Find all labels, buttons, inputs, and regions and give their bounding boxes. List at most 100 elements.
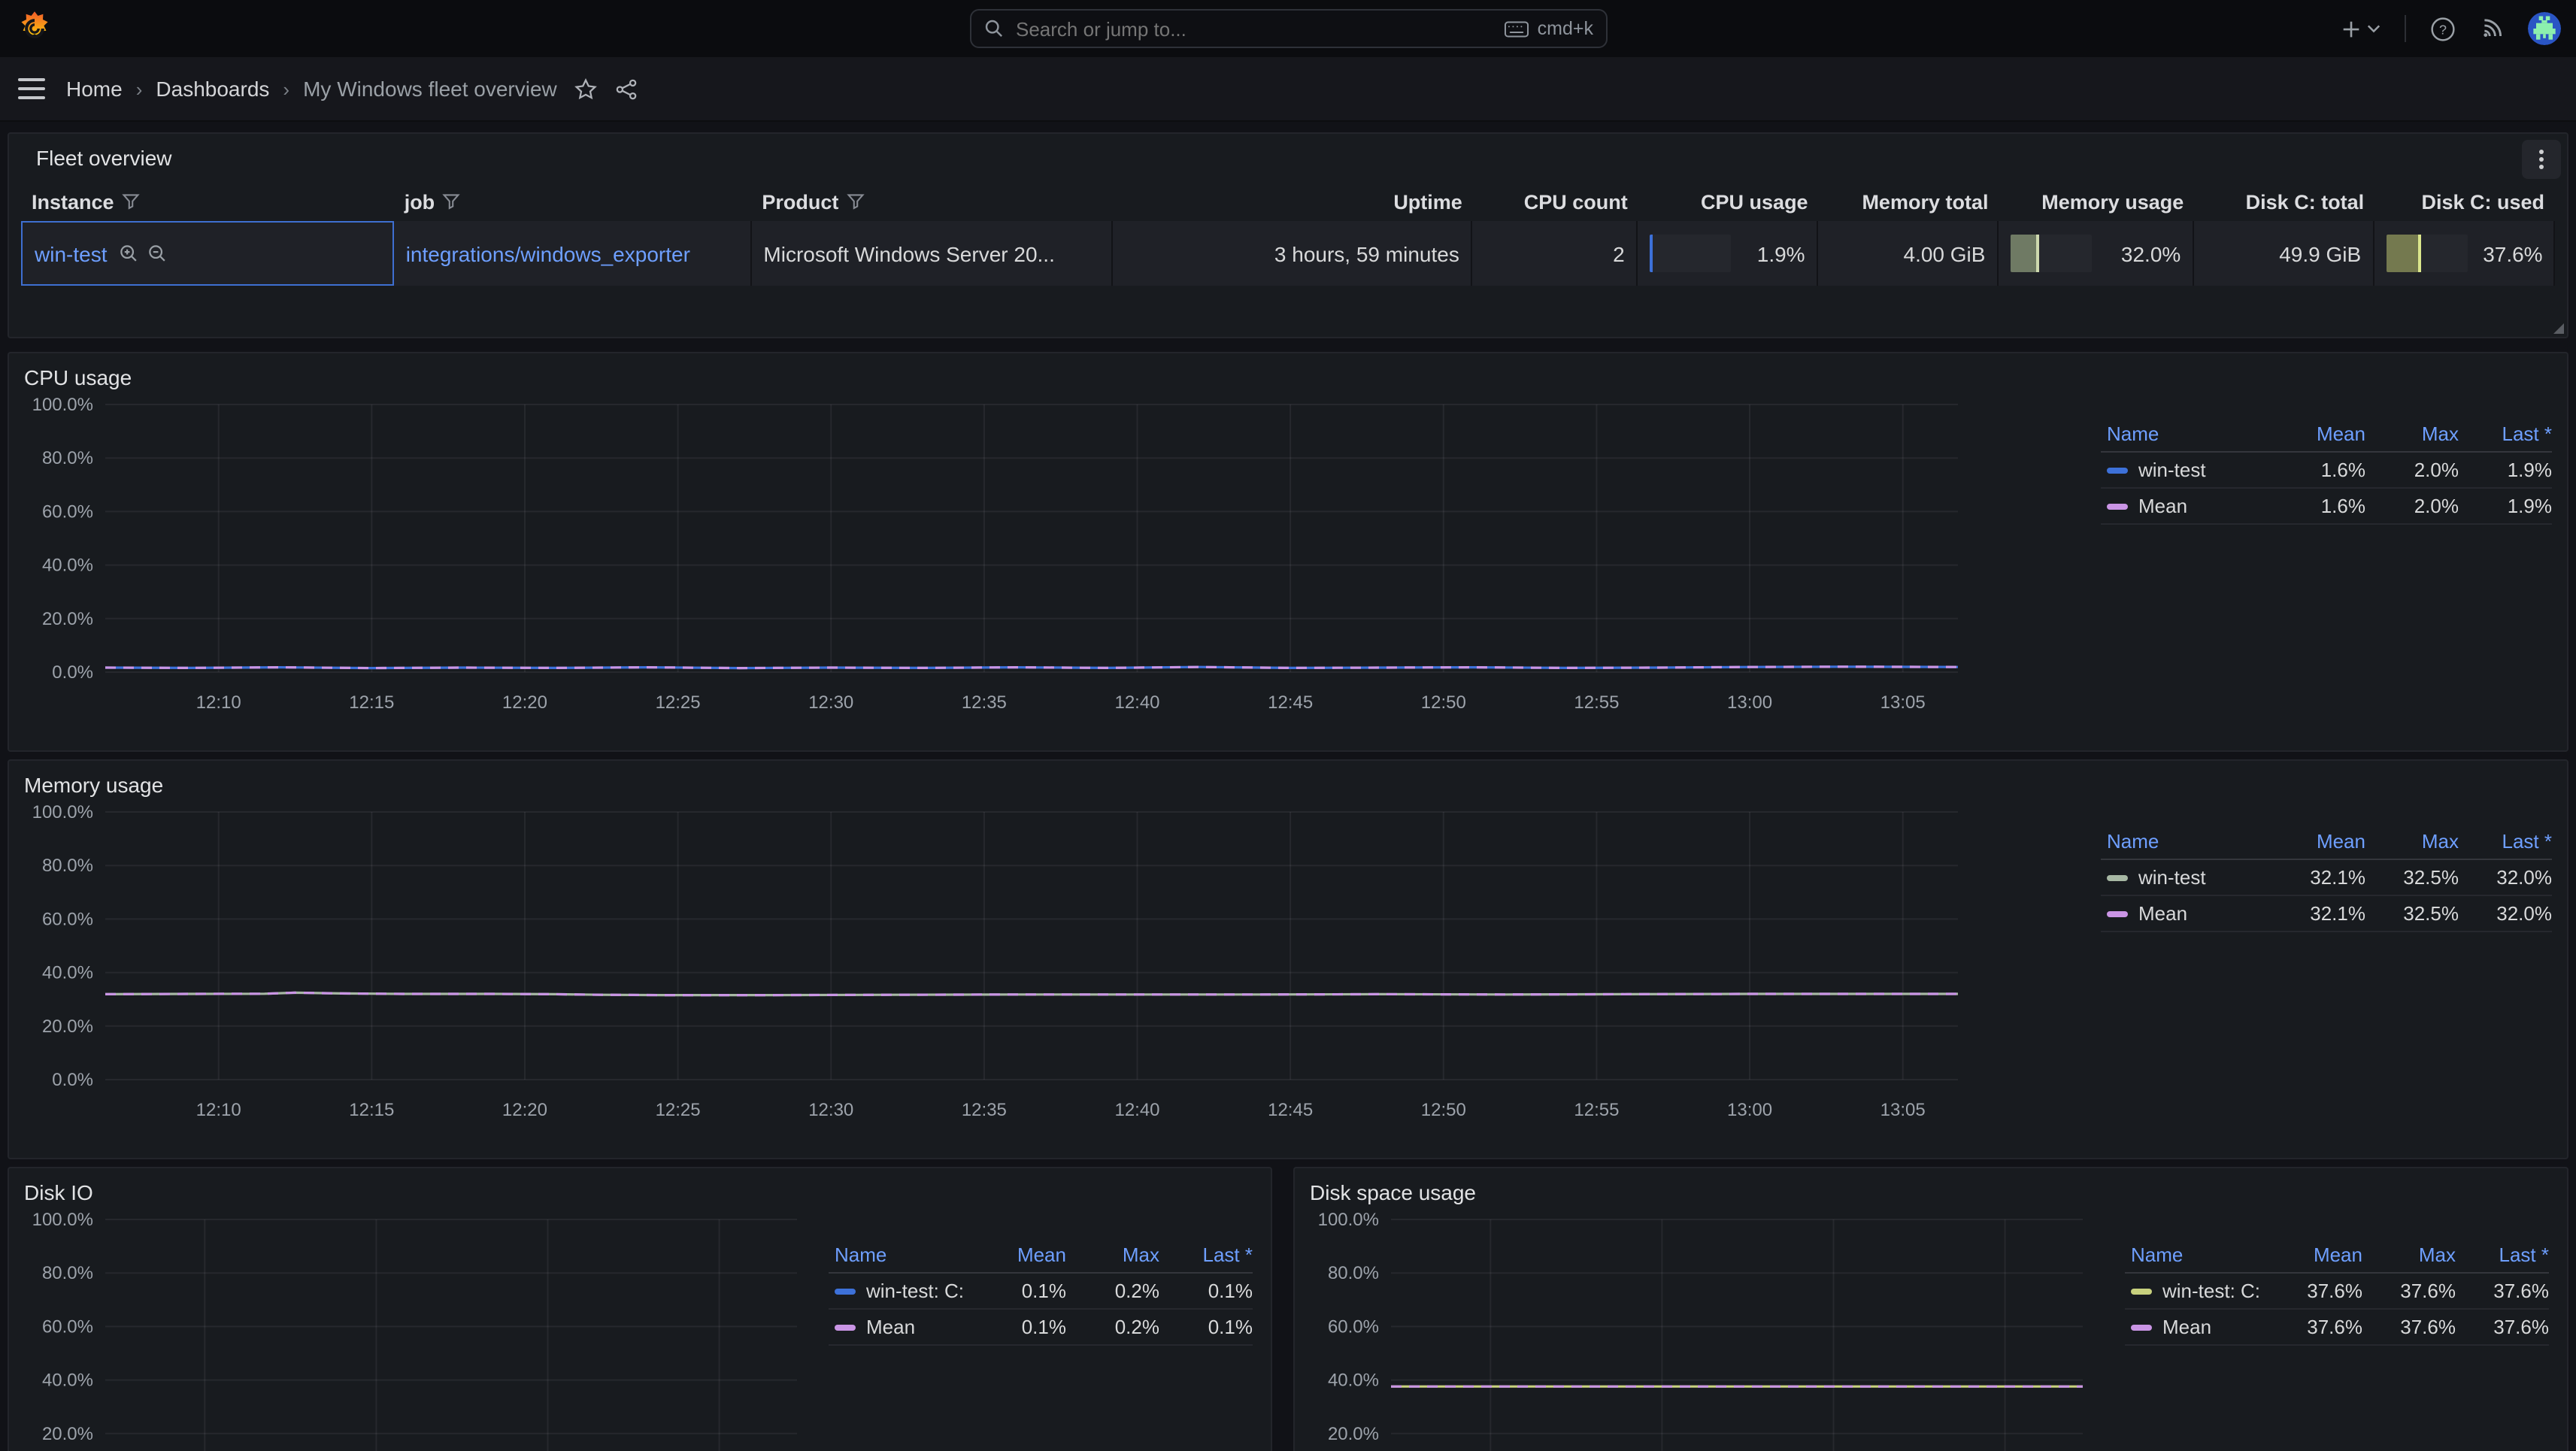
- fleet-col-memory-total[interactable]: Memory total: [1819, 182, 1999, 221]
- legend-value: 2.0%: [2365, 495, 2459, 517]
- legend-series-name[interactable]: Mean: [2125, 1316, 2269, 1338]
- series-color-swatch: [835, 1288, 856, 1294]
- legend-header-row: NameMeanMaxLast *: [2125, 1237, 2549, 1274]
- legend-series-name[interactable]: Mean: [829, 1316, 973, 1338]
- legend-col-last[interactable]: Last *: [1159, 1243, 1253, 1266]
- legend-row: win-test: C:0.1%0.2%0.1%: [829, 1274, 1253, 1310]
- memory-usage-legend: NameMeanMaxLast *win-test32.1%32.5%32.0%…: [2101, 824, 2552, 932]
- panel-disk-space-usage: Disk space usage 0.0%20.0%40.0%60.0%80.0…: [1293, 1167, 2568, 1451]
- filter-icon[interactable]: [122, 192, 140, 211]
- legend-series-name[interactable]: win-test: C:: [2125, 1280, 2269, 1302]
- breadcrumb-home[interactable]: Home: [66, 77, 123, 101]
- search-input-wrap[interactable]: cmd+k: [969, 9, 1607, 48]
- kebab-menu-icon[interactable]: [2522, 140, 2561, 179]
- legend-col-max[interactable]: Max: [2365, 423, 2459, 445]
- legend-row: Mean1.6%2.0%1.9%: [2101, 489, 2552, 525]
- hamburger-menu-icon[interactable]: [18, 78, 45, 99]
- legend-series-name[interactable]: win-test: [2101, 866, 2272, 889]
- star-icon[interactable]: [575, 77, 598, 100]
- fleet-col-cpu-usage[interactable]: CPU usage: [1638, 182, 1819, 221]
- fleet-col-job[interactable]: job: [394, 182, 752, 221]
- legend-value: 32.5%: [2365, 866, 2459, 889]
- panel-title[interactable]: Fleet overview: [36, 146, 172, 170]
- user-avatar[interactable]: [2528, 12, 2561, 45]
- legend-series-name[interactable]: Mean: [2101, 902, 2272, 925]
- disk-io-chart[interactable]: 0.0%20.0%40.0%60.0%80.0%100.0%12:1512:30…: [18, 1201, 812, 1451]
- fleet-col-disk-c-used[interactable]: Disk C: used: [2374, 182, 2555, 221]
- legend-value: 32.1%: [2272, 866, 2365, 889]
- legend-header-row: NameMeanMaxLast *: [829, 1237, 1253, 1274]
- legend-col-name[interactable]: Name: [2101, 423, 2272, 445]
- legend-col-max[interactable]: Max: [2362, 1243, 2456, 1266]
- zoom-out-magnifier-icon[interactable]: [147, 244, 167, 263]
- svg-text:12:35: 12:35: [962, 1100, 1007, 1120]
- legend-col-last[interactable]: Last *: [2459, 830, 2552, 853]
- legend-value: 32.0%: [2459, 866, 2552, 889]
- news-rss-icon[interactable]: [2480, 17, 2504, 41]
- fleet-col-memory-usage[interactable]: Memory usage: [1999, 182, 2194, 221]
- top-nav: cmd+k ?: [0, 0, 2576, 57]
- instance-cell-link[interactable]: win-test: [35, 241, 107, 265]
- job-cell-link[interactable]: integrations/windows_exporter: [406, 241, 690, 265]
- cpu-usage-chart[interactable]: 0.0%20.0%40.0%60.0%80.0%100.0%12:1012:15…: [18, 386, 1973, 720]
- legend-value: 32.0%: [2459, 902, 2552, 925]
- new-button[interactable]: [2340, 17, 2381, 40]
- fleet-col-product[interactable]: Product: [751, 182, 1112, 221]
- legend-value: 1.9%: [2459, 495, 2552, 517]
- legend-value: 37.6%: [2456, 1280, 2549, 1302]
- svg-text:12:45: 12:45: [1268, 1100, 1313, 1120]
- panel-fleet-overview: Fleet overview InstancejobProductUptimeC…: [8, 132, 2568, 338]
- search-input[interactable]: [1013, 16, 1505, 41]
- memory-usage-chart[interactable]: 0.0%20.0%40.0%60.0%80.0%100.0%12:1012:15…: [18, 794, 1973, 1128]
- disk-space-usage-chart[interactable]: 0.0%20.0%40.0%60.0%80.0%100.0%12:1512:30…: [1304, 1201, 2098, 1451]
- legend-row: Mean32.1%32.5%32.0%: [2101, 896, 2552, 932]
- bar-gauge: [2011, 235, 2092, 272]
- share-icon[interactable]: [616, 77, 638, 100]
- breadcrumb-dashboards[interactable]: Dashboards: [156, 77, 269, 101]
- svg-text:0.0%: 0.0%: [52, 662, 93, 683]
- legend-col-max[interactable]: Max: [1066, 1243, 1159, 1266]
- series-color-swatch: [2131, 1288, 2152, 1294]
- series-color-swatch: [2107, 467, 2128, 473]
- fleet-header-row: InstancejobProductUptimeCPU countCPU usa…: [21, 182, 2555, 221]
- legend-col-mean[interactable]: Mean: [2272, 423, 2365, 445]
- legend-value: 37.6%: [2362, 1280, 2456, 1302]
- zoom-in-magnifier-icon[interactable]: [119, 244, 138, 263]
- search-icon: [983, 18, 1004, 39]
- legend-series-name[interactable]: Mean: [2101, 495, 2272, 517]
- legend-col-mean[interactable]: Mean: [2269, 1243, 2362, 1266]
- svg-text:20.0%: 20.0%: [42, 1424, 93, 1444]
- legend-col-name[interactable]: Name: [2125, 1243, 2269, 1266]
- fleet-col-cpu-count[interactable]: CPU count: [1473, 182, 1638, 221]
- fleet-col-disk-c-total[interactable]: Disk C: total: [2194, 182, 2374, 221]
- legend-col-name[interactable]: Name: [2101, 830, 2272, 853]
- memory-total-cell: 4.00 GiB: [1819, 221, 1999, 286]
- legend-series-name[interactable]: win-test: [2101, 459, 2272, 481]
- legend-row: win-test: C:37.6%37.6%37.6%: [2125, 1274, 2549, 1310]
- svg-text:13:05: 13:05: [1880, 692, 1926, 713]
- legend-value: 0.1%: [1159, 1280, 1253, 1302]
- grafana-logo-icon[interactable]: [15, 9, 54, 48]
- legend-col-last[interactable]: Last *: [2456, 1243, 2549, 1266]
- svg-text:40.0%: 40.0%: [42, 1371, 93, 1391]
- svg-text:80.0%: 80.0%: [42, 856, 93, 876]
- filter-icon[interactable]: [846, 192, 864, 211]
- svg-text:100.0%: 100.0%: [1318, 1210, 1379, 1230]
- series-color-swatch: [2131, 1324, 2152, 1330]
- fleet-col-instance[interactable]: Instance: [21, 182, 394, 221]
- fleet-col-uptime[interactable]: Uptime: [1112, 182, 1473, 221]
- legend-col-max[interactable]: Max: [2365, 830, 2459, 853]
- legend-col-name[interactable]: Name: [829, 1243, 973, 1266]
- svg-text:12:15: 12:15: [349, 1100, 394, 1120]
- legend-col-mean[interactable]: Mean: [973, 1243, 1066, 1266]
- job-cell: integrations/windows_exporter: [394, 221, 752, 286]
- help-icon[interactable]: ?: [2430, 16, 2456, 41]
- legend-series-name[interactable]: win-test: C:: [829, 1280, 973, 1302]
- filter-icon[interactable]: [442, 192, 460, 211]
- legend-col-mean[interactable]: Mean: [2272, 830, 2365, 853]
- svg-text:12:25: 12:25: [656, 692, 701, 713]
- legend-col-last[interactable]: Last *: [2459, 423, 2552, 445]
- svg-text:?: ?: [2439, 21, 2447, 36]
- fleet-data-row: win-testintegrations/windows_exporterMic…: [21, 221, 2555, 286]
- panel-resize-handle[interactable]: [2553, 323, 2564, 334]
